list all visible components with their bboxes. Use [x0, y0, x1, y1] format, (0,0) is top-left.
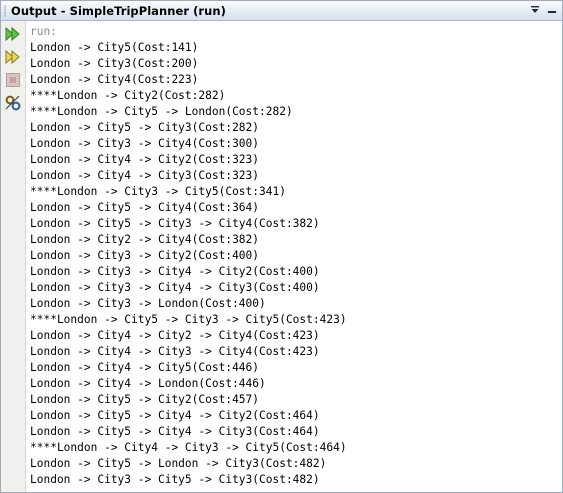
stop-button[interactable] [4, 71, 22, 89]
window-menu-button[interactable] [528, 3, 542, 17]
minimize-button[interactable] [545, 3, 559, 17]
output-text-area[interactable]: run: London -> City5(Cost:141) London -> C… [30, 24, 560, 488]
output-line: London -> City5 -> City4 -> City3(Cost:4… [30, 425, 320, 438]
output-line: London -> City3 -> City4 -> City2(Cost:4… [30, 265, 320, 278]
output-line: ****London -> City5 -> London(Cost:282) [30, 105, 293, 118]
rerun-with-params-button[interactable] [4, 48, 22, 66]
minimize-icon [548, 11, 556, 13]
output-line: London -> City5(Cost:141) [30, 41, 199, 54]
output-line: London -> City3 -> City2(Cost:400) [30, 249, 260, 262]
output-line: London -> City5 -> London -> City3(Cost:… [30, 457, 327, 470]
output-line: London -> City4 -> City2 -> City4(Cost:4… [30, 329, 320, 342]
chevron-down-icon [531, 6, 539, 13]
output-line: London -> City5 -> City4 -> City2(Cost:4… [30, 409, 320, 422]
rerun-icon [5, 26, 20, 42]
output-line: London -> City5 -> City4(Cost:364) [30, 201, 260, 214]
run-label: run: [30, 25, 57, 38]
output-line: London -> City4 -> City3(Cost:323) [30, 169, 260, 182]
output-line: London -> City3 -> City4(Cost:300) [30, 137, 260, 150]
output-line: London -> City4 -> City5(Cost:446) [30, 361, 260, 374]
rerun-button[interactable] [4, 25, 22, 43]
output-line: London -> City4 -> City2(Cost:323) [30, 153, 260, 166]
drag-grip[interactable] [4, 5, 6, 17]
stop-icon [6, 73, 20, 87]
output-line: London -> City5 -> City3 -> City4(Cost:3… [30, 217, 320, 230]
output-line: ****London -> City3 -> City5(Cost:341) [30, 185, 286, 198]
settings-icon [5, 95, 21, 111]
output-line: ****London -> City5 -> City3 -> City5(Co… [30, 313, 347, 326]
output-line: ****London -> City2(Cost:282) [30, 89, 226, 102]
output-window: Output - SimpleTripPlanner (run) run: Lo… [0, 0, 563, 493]
settings-button[interactable] [4, 94, 22, 112]
output-line: London -> City2 -> City4(Cost:382) [30, 233, 260, 246]
output-line: London -> City3 -> City4 -> City3(Cost:4… [30, 281, 320, 294]
output-line: ****London -> City4 -> City3 -> City5(Co… [30, 441, 347, 454]
output-line: London -> City4(Cost:223) [30, 73, 199, 86]
output-line: London -> City5 -> City3(Cost:282) [30, 121, 260, 134]
output-line: London -> City4 -> City3 -> City4(Cost:4… [30, 345, 320, 358]
output-line: London -> City5 -> City2(Cost:457) [30, 393, 260, 406]
output-line: London -> City3 -> City5 -> City3(Cost:4… [30, 473, 320, 486]
rerun-with-params-icon [5, 49, 20, 65]
output-titlebar[interactable]: Output - SimpleTripPlanner (run) [1, 1, 562, 21]
output-toolbar [1, 21, 26, 492]
output-line: London -> City3(Cost:200) [30, 57, 199, 70]
output-line: London -> City3 -> London(Cost:400) [30, 297, 266, 310]
window-title: Output - SimpleTripPlanner (run) [11, 4, 226, 18]
output-line: London -> City4 -> London(Cost:446) [30, 377, 266, 390]
